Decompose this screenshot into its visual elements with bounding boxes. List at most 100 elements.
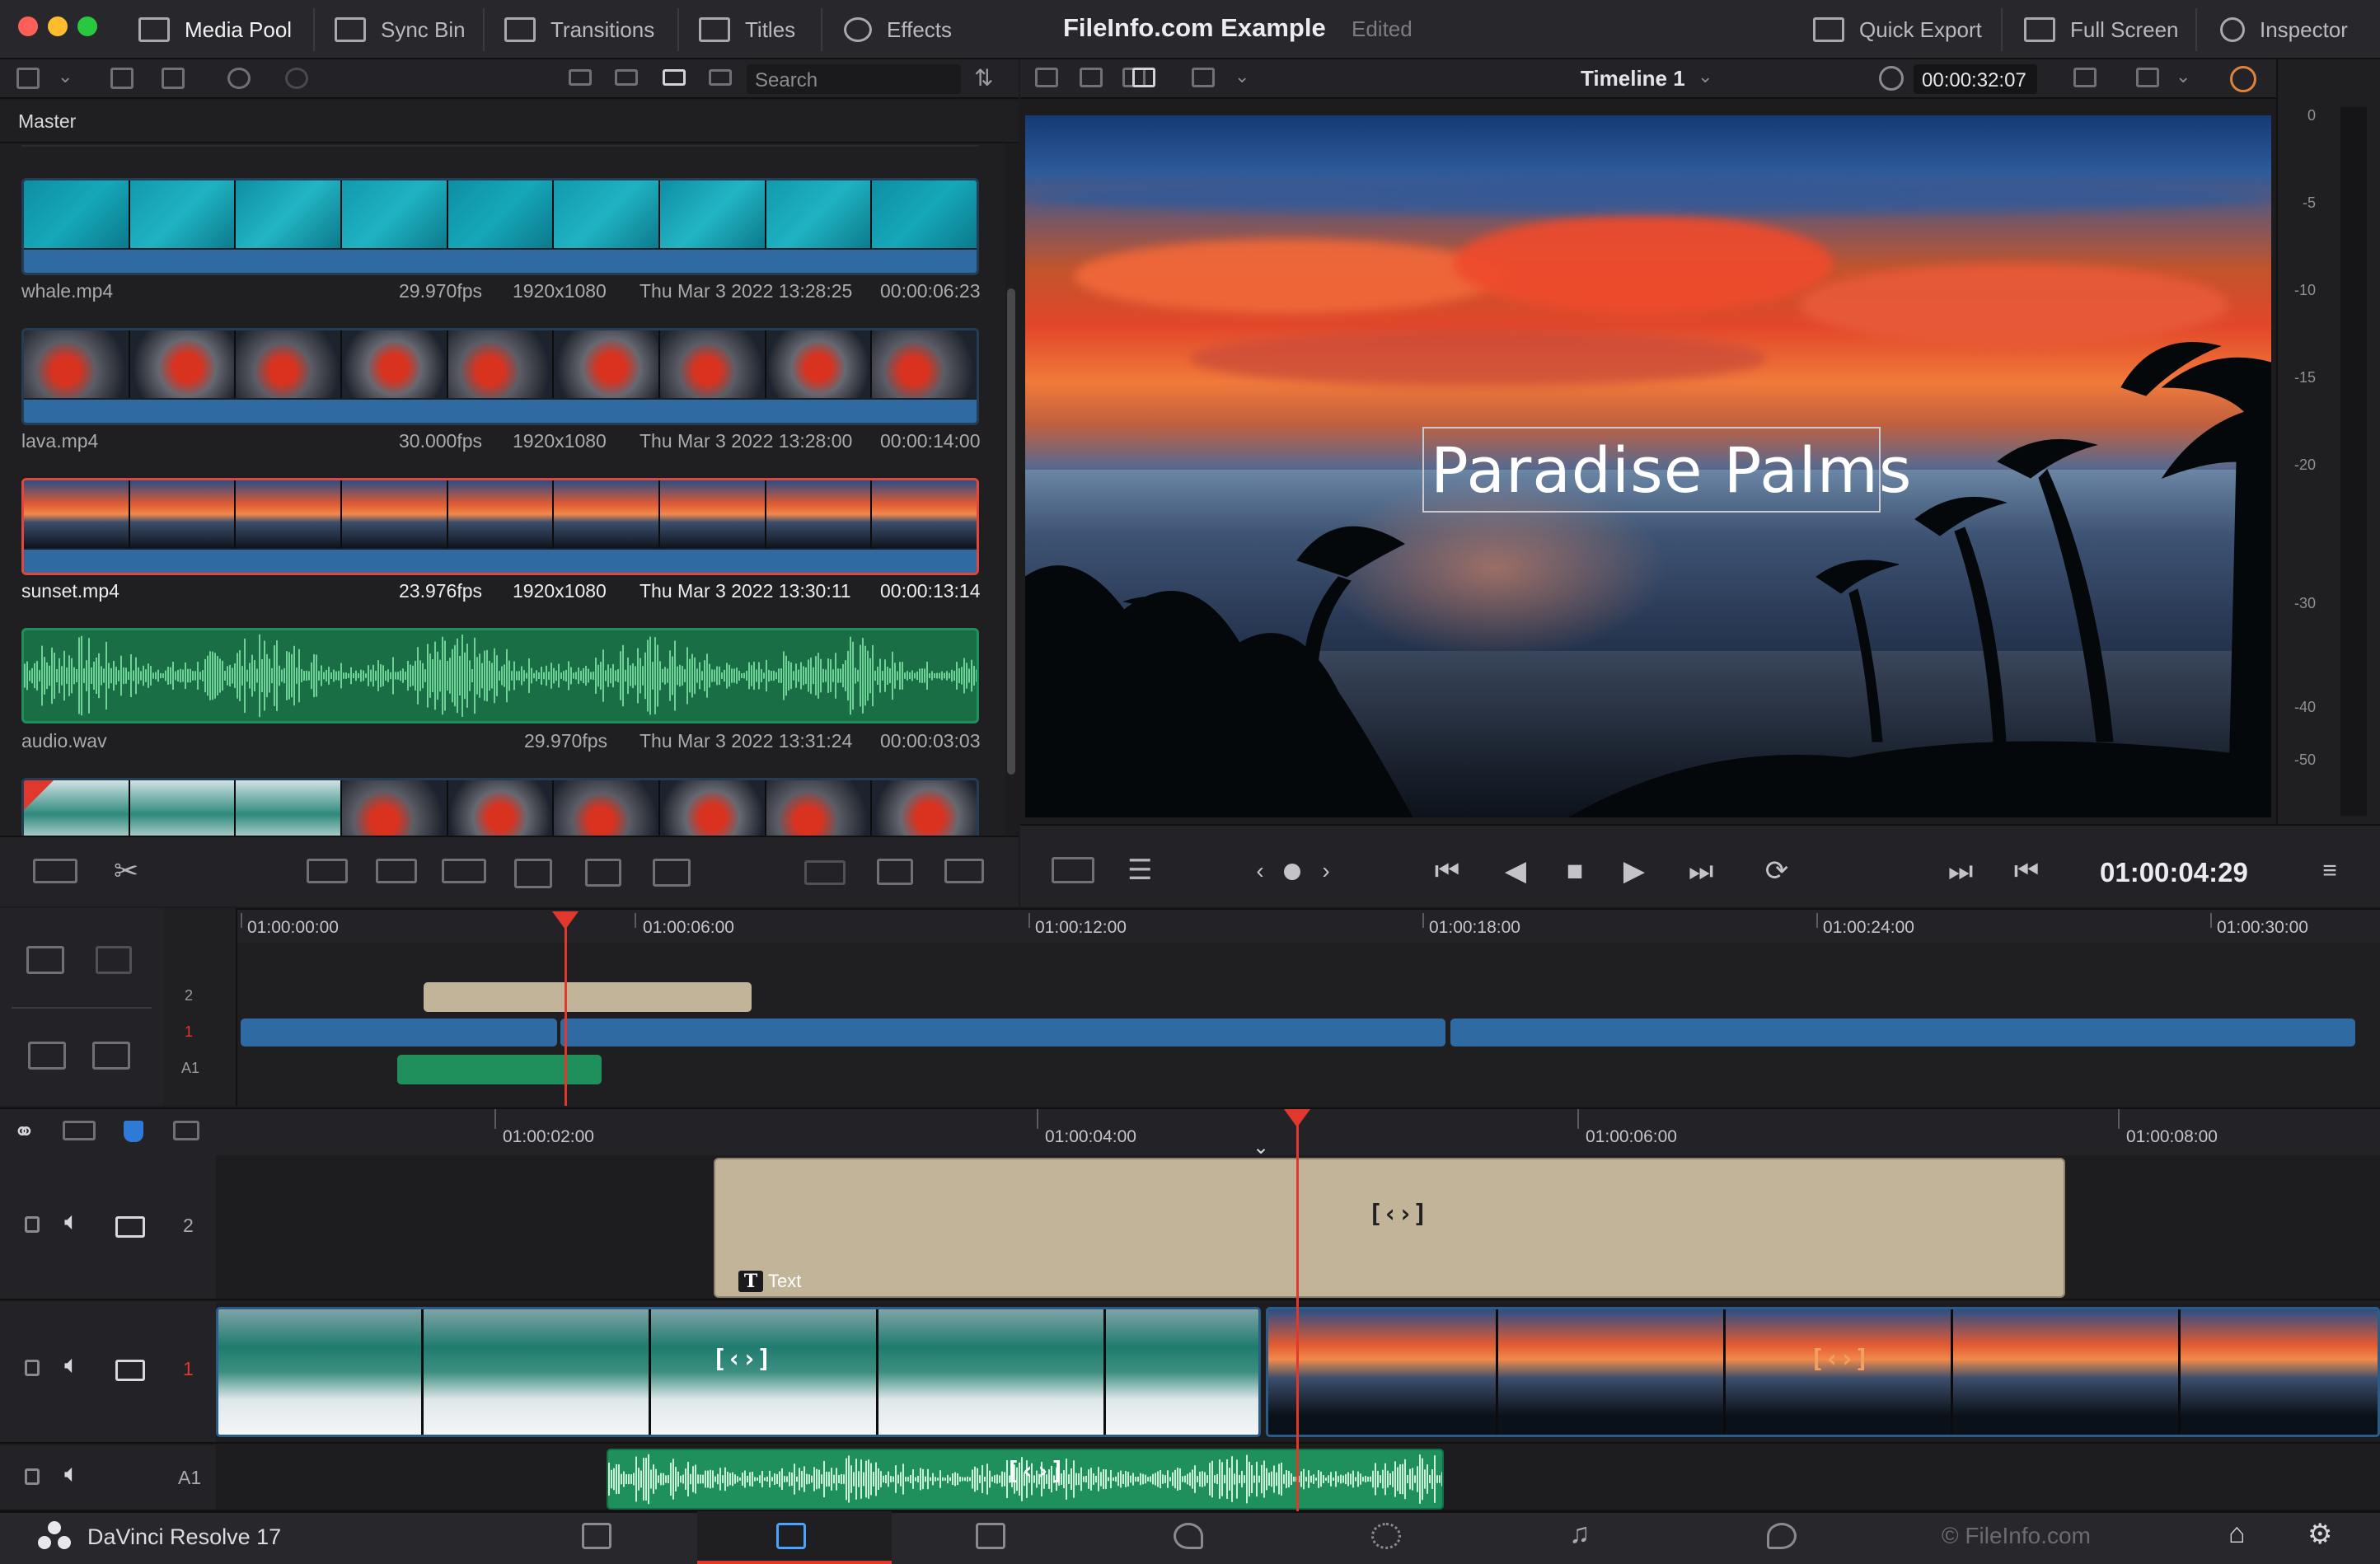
match-frame-icon[interactable] xyxy=(2073,68,2097,87)
transition-handle-icon[interactable]: [‹›] xyxy=(1005,1454,1065,1490)
color-page-icon[interactable] xyxy=(1371,1523,1401,1549)
sliders-icon[interactable]: ☰ xyxy=(1127,854,1152,887)
lock-icon[interactable] xyxy=(25,1468,40,1485)
overview-video-clip[interactable] xyxy=(560,1018,1445,1047)
relink-icon[interactable] xyxy=(227,68,251,89)
media-page-icon[interactable] xyxy=(582,1523,611,1549)
titles-tab[interactable]: Titles xyxy=(699,0,795,59)
cut-page-icon[interactable] xyxy=(776,1523,806,1549)
overview-video-clip[interactable] xyxy=(241,1018,557,1047)
source-tape-icon[interactable] xyxy=(1080,68,1103,87)
search-input[interactable]: Search xyxy=(747,64,961,94)
image-icon[interactable] xyxy=(877,859,913,885)
color-wheel-icon[interactable] xyxy=(2230,66,2256,92)
next-clip-icon[interactable]: › xyxy=(1312,857,1340,885)
play-icon[interactable]: ▶︎ xyxy=(1620,857,1648,885)
waveform-view-icon[interactable] xyxy=(944,859,984,883)
speaker-icon[interactable]: 🔈︎ xyxy=(64,1351,79,1379)
clip-thumbnail-audio[interactable] xyxy=(21,628,979,723)
inspector-button[interactable]: Inspector xyxy=(2220,0,2348,59)
ripple-overwrite-icon[interactable] xyxy=(442,859,486,883)
flag-icon[interactable] xyxy=(124,1121,143,1142)
transform-icon[interactable] xyxy=(2136,68,2159,87)
metadata-view-icon[interactable] xyxy=(569,69,592,86)
link-icon[interactable]: ⚭ xyxy=(13,1116,35,1147)
music-track-icon[interactable] xyxy=(92,1042,130,1070)
lock-icon[interactable] xyxy=(25,1216,40,1233)
viewer-mode-icon[interactable] xyxy=(1192,68,1215,87)
window-minimize-button[interactable] xyxy=(48,16,68,36)
speaker-icon[interactable]: 🔈︎ xyxy=(64,1460,79,1488)
go-to-out-icon[interactable]: ⏭︎ xyxy=(1947,857,1975,885)
settings-gear-icon[interactable]: ⚙︎ xyxy=(2307,1518,2332,1551)
transitions-tab[interactable]: Transitions xyxy=(504,0,654,59)
sort-icon[interactable]: ⇅ xyxy=(974,64,993,91)
timeline-selector[interactable]: Timeline 1 xyxy=(1581,66,1685,91)
lock-icon[interactable] xyxy=(25,1360,40,1376)
clip-thumbnail-lava[interactable] xyxy=(21,328,979,425)
play-reverse-icon[interactable]: ◀︎ xyxy=(1502,857,1530,885)
new-bin-icon[interactable] xyxy=(162,68,185,89)
strip-view-icon[interactable] xyxy=(663,69,686,86)
smart-insert-icon[interactable] xyxy=(307,859,348,883)
transition-handle-icon[interactable]: [‹›] xyxy=(1810,1342,1869,1378)
clip-thumbnail-whale[interactable] xyxy=(21,178,979,275)
chevron-down-icon[interactable]: ⌄ xyxy=(58,66,73,87)
audio-track-icon[interactable] xyxy=(28,1042,66,1070)
loop-icon[interactable]: ⟳ xyxy=(1755,857,1798,885)
track-lock-icon[interactable] xyxy=(26,946,64,974)
media-pool-tab[interactable]: Media Pool xyxy=(138,0,292,59)
source-timecode[interactable]: 00:00:32:07 xyxy=(1914,64,2037,94)
quick-export-button[interactable]: Quick Export xyxy=(1813,0,1982,59)
transition-handle-icon[interactable]: [‹›] xyxy=(712,1342,771,1378)
overview-text-clip[interactable] xyxy=(424,982,752,1012)
source-clip-icon[interactable] xyxy=(1035,68,1058,87)
append-icon[interactable] xyxy=(376,859,417,883)
clip-thumbnail-timeline[interactable] xyxy=(21,778,979,836)
multicam-icon[interactable] xyxy=(1132,68,1155,87)
viewer-options-icon[interactable]: ≡ xyxy=(2316,857,2344,885)
list-view-icon[interactable] xyxy=(709,69,732,86)
film-icon[interactable] xyxy=(115,1216,145,1238)
home-icon[interactable]: ⌂ xyxy=(2228,1518,2246,1550)
razor-icon[interactable]: ✂︎ xyxy=(114,854,138,888)
skip-to-end-icon[interactable]: ⏭︎ xyxy=(1678,857,1724,885)
source-overwrite-icon[interactable] xyxy=(653,859,691,887)
effects-tab[interactable]: Effects xyxy=(844,0,952,59)
snooze-icon[interactable] xyxy=(33,859,77,883)
split-icon[interactable] xyxy=(96,946,132,974)
fusion-page-icon[interactable] xyxy=(1174,1523,1203,1549)
overview-audio-clip[interactable] xyxy=(397,1055,602,1084)
sync-bin-tab[interactable]: Sync Bin xyxy=(335,0,466,59)
marker-icon[interactable] xyxy=(173,1121,199,1140)
skip-to-start-icon[interactable]: ⏮︎ xyxy=(1424,857,1470,885)
window-close-button[interactable] xyxy=(18,16,38,36)
sidebar-toggle-icon[interactable] xyxy=(16,68,40,89)
media-pool-scrollbar[interactable] xyxy=(1007,288,1015,775)
transition-handle-icon[interactable]: [‹›] xyxy=(1368,1196,1427,1233)
previous-clip-icon[interactable]: ‹ xyxy=(1246,857,1274,885)
window-zoom-button[interactable] xyxy=(77,16,97,36)
playback-mode-icon[interactable] xyxy=(1052,857,1094,883)
close-up-icon[interactable] xyxy=(514,859,552,888)
edit-page-icon[interactable] xyxy=(976,1523,1005,1549)
chevron-down-icon[interactable]: ⌄ xyxy=(1235,66,1249,87)
import-media-icon[interactable] xyxy=(110,68,134,89)
thumbnail-view-icon[interactable] xyxy=(615,69,638,86)
overview-video-clip[interactable] xyxy=(1450,1018,2355,1047)
audio-scrub-icon[interactable] xyxy=(63,1121,96,1140)
marker-dot-icon[interactable] xyxy=(1284,864,1300,880)
clip-thumbnail-sunset[interactable] xyxy=(21,478,979,575)
stop-icon[interactable]: ■ xyxy=(1561,857,1589,885)
speaker-icon[interactable]: 🔈︎ xyxy=(64,1208,79,1236)
chevron-down-icon[interactable]: ⌄ xyxy=(1698,66,1712,87)
full-screen-button[interactable]: Full Screen xyxy=(2024,0,2179,59)
title-overlay-text[interactable]: Paradise Palms xyxy=(1431,433,1912,507)
deliver-page-icon[interactable] xyxy=(1767,1523,1797,1549)
place-on-top-icon[interactable] xyxy=(585,859,621,887)
split-view-icon[interactable] xyxy=(804,860,846,885)
unlink-icon[interactable] xyxy=(285,68,308,89)
viewer-canvas[interactable]: Paradise Palms xyxy=(1025,115,2271,817)
fairlight-page-icon[interactable]: ♫ xyxy=(1569,1518,1591,1550)
film-icon[interactable] xyxy=(115,1360,145,1381)
